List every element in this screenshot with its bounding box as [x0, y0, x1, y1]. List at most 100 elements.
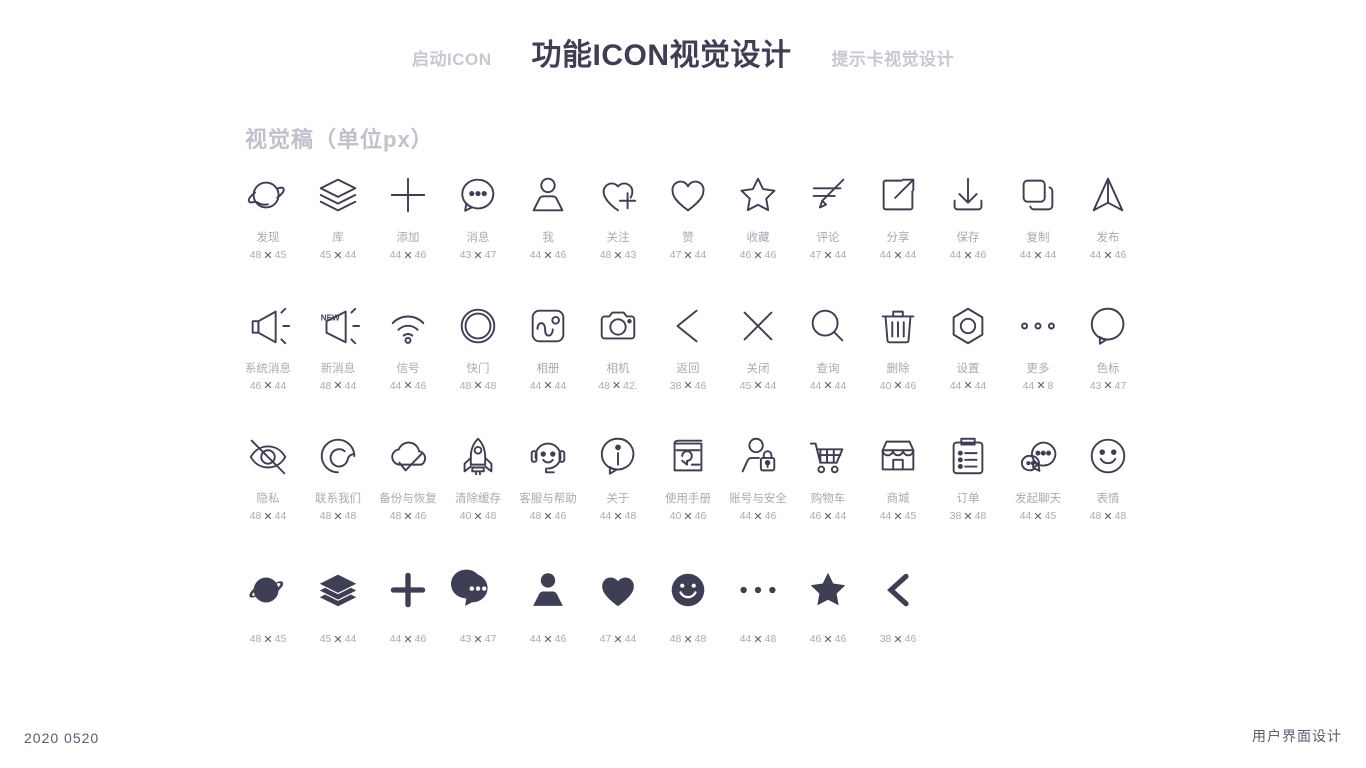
tab-launch-icon[interactable]: 启动ICON: [412, 45, 492, 70]
album-icon[interactable]: [521, 299, 575, 353]
icon-cell[interactable]: NEW 新消息 48 ✕ 44: [303, 299, 373, 393]
download-icon[interactable]: [941, 168, 995, 222]
icon-cell[interactable]: 发现 48 ✕ 45: [233, 168, 303, 262]
tab-function-icon[interactable]: 功能ICON视觉设计: [532, 30, 792, 74]
icon-cell[interactable]: 库 45 ✕ 44: [303, 168, 373, 262]
icon-cell[interactable]: 清除缓存 40 ✕ 48: [443, 429, 513, 523]
layers-icon[interactable]: [311, 168, 365, 222]
icon-cell[interactable]: 客服与帮助 48 ✕ 46: [513, 429, 583, 523]
icon-cell[interactable]: 分享 44 ✕ 44: [863, 168, 933, 262]
shop-icon[interactable]: [871, 429, 925, 483]
icon-cell[interactable]: 相册 44 ✕ 44: [513, 299, 583, 393]
headset-icon[interactable]: [521, 429, 575, 483]
icon-cell[interactable]: 38 ✕ 46: [863, 563, 933, 646]
order-icon[interactable]: [941, 429, 995, 483]
icon-cell[interactable]: 44 ✕ 46: [513, 563, 583, 646]
icon-cell[interactable]: 返回 38 ✕ 46: [653, 299, 723, 393]
icon-cell[interactable]: 消息 43 ✕ 47: [443, 168, 513, 262]
megaphone-icon[interactable]: [241, 299, 295, 353]
icon-cell[interactable]: 44 ✕ 46: [373, 563, 443, 646]
publish-icon[interactable]: [1081, 168, 1135, 222]
icon-cell[interactable]: 更多 44 ✕ 8: [1003, 299, 1073, 393]
icon-cell[interactable]: 系统消息 46 ✕ 44: [233, 299, 303, 393]
icon-cell[interactable]: 48 ✕ 45: [233, 563, 303, 646]
icon-cell[interactable]: 赞 47 ✕ 44: [653, 168, 723, 262]
share-icon[interactable]: [871, 168, 925, 222]
icon-cell[interactable]: 表情 48 ✕ 48: [1073, 429, 1143, 523]
cloud-backup-icon[interactable]: [381, 429, 435, 483]
icon-cell[interactable]: 商城 44 ✕ 45: [863, 429, 933, 523]
icon-cell[interactable]: 添加 44 ✕ 46: [373, 168, 443, 262]
icon-cell[interactable]: 43 ✕ 47: [443, 563, 513, 646]
planet-icon[interactable]: [241, 168, 295, 222]
icon-cell[interactable]: 备份与恢复 48 ✕ 46: [373, 429, 443, 523]
pen-comment-icon[interactable]: [801, 168, 855, 222]
icon-cell[interactable]: 色标 43 ✕ 47: [1073, 299, 1143, 393]
message-icon[interactable]: [451, 168, 505, 222]
camera-icon[interactable]: [591, 299, 645, 353]
icon-cell[interactable]: 45 ✕ 44: [303, 563, 373, 646]
icon-cell[interactable]: 隐私 48 ✕ 44: [233, 429, 303, 523]
icon-cell[interactable]: 购物车 46 ✕ 44: [793, 429, 863, 523]
planet-filled-icon[interactable]: [241, 563, 295, 617]
icon-cell[interactable]: 信号 44 ✕ 46: [373, 299, 443, 393]
message-filled-icon[interactable]: [450, 563, 505, 617]
back-filled-icon[interactable]: [871, 563, 925, 617]
icon-cell[interactable]: 使用手册 40 ✕ 46: [653, 429, 723, 523]
tab-tipcard[interactable]: 提示卡视觉设计: [832, 45, 955, 70]
heart-filled-icon[interactable]: [591, 563, 645, 617]
user-icon[interactable]: [521, 168, 575, 222]
heart-icon[interactable]: [661, 168, 715, 222]
info-icon[interactable]: [591, 429, 645, 483]
icon-cell[interactable]: 评论 47 ✕ 44: [793, 168, 863, 262]
icon-cell[interactable]: 删除 40 ✕ 46: [863, 299, 933, 393]
icon-cell[interactable]: 关于 44 ✕ 48: [583, 429, 653, 523]
more-filled-icon[interactable]: [731, 563, 785, 617]
color-label-icon[interactable]: [1081, 299, 1135, 353]
user-filled-icon[interactable]: [521, 563, 575, 617]
icon-cell[interactable]: 账号与安全 44 ✕ 46: [723, 429, 793, 523]
emoji-filled-icon[interactable]: [661, 563, 715, 617]
icon-cell[interactable]: 46 ✕ 46: [793, 563, 863, 646]
eye-off-icon[interactable]: [241, 429, 295, 483]
icon-cell[interactable]: 我 44 ✕ 46: [513, 168, 583, 262]
icon-cell[interactable]: 订单 38 ✕ 48: [933, 429, 1003, 523]
icon-cell[interactable]: 复制 44 ✕ 44: [1003, 168, 1073, 262]
plus-icon[interactable]: [381, 168, 435, 222]
icon-cell[interactable]: 48 ✕ 48: [653, 563, 723, 646]
rocket-icon[interactable]: [451, 429, 505, 483]
icon-cell[interactable]: 收藏 46 ✕ 46: [723, 168, 793, 262]
icon-cell[interactable]: 发起聊天 44 ✕ 45: [1003, 429, 1073, 523]
emoji-icon[interactable]: [1081, 429, 1135, 483]
contact-us-icon[interactable]: [311, 429, 365, 483]
close-icon[interactable]: [731, 299, 785, 353]
signal-icon[interactable]: [381, 299, 435, 353]
icon-cell[interactable]: 联系我们 48 ✕ 48: [303, 429, 373, 523]
trash-icon[interactable]: [871, 299, 925, 353]
icon-cell[interactable]: 保存 44 ✕ 46: [933, 168, 1003, 262]
more-icon[interactable]: [1011, 299, 1065, 353]
icon-cell[interactable]: 关注 48 ✕ 43: [583, 168, 653, 262]
start-chat-icon[interactable]: [1011, 429, 1065, 483]
layers-filled-icon[interactable]: [311, 563, 365, 617]
gear-icon[interactable]: [941, 299, 995, 353]
copy-icon[interactable]: [1011, 168, 1065, 222]
manual-icon[interactable]: [661, 429, 715, 483]
search-icon[interactable]: [801, 299, 855, 353]
cart-icon[interactable]: [801, 429, 855, 483]
star-icon[interactable]: [731, 168, 785, 222]
icon-cell[interactable]: 发布 44 ✕ 46: [1073, 168, 1143, 262]
icon-cell[interactable]: 44 ✕ 48: [723, 563, 793, 646]
account-lock-icon[interactable]: [731, 429, 785, 483]
icon-cell[interactable]: 快门 48 ✕ 48: [443, 299, 513, 393]
heart-plus-icon[interactable]: [591, 168, 645, 222]
back-icon[interactable]: [661, 299, 715, 353]
star-filled-icon[interactable]: [801, 563, 855, 617]
icon-cell[interactable]: 相机 48 ✕ 42.: [583, 299, 653, 393]
icon-cell[interactable]: 设置 44 ✕ 44: [933, 299, 1003, 393]
icon-cell[interactable]: 47 ✕ 44: [583, 563, 653, 646]
shutter-icon[interactable]: [451, 299, 505, 353]
megaphone-new-icon[interactable]: NEW: [311, 299, 365, 353]
plus-filled-icon[interactable]: [381, 563, 435, 617]
icon-cell[interactable]: 关闭 45 ✕ 44: [723, 299, 793, 393]
